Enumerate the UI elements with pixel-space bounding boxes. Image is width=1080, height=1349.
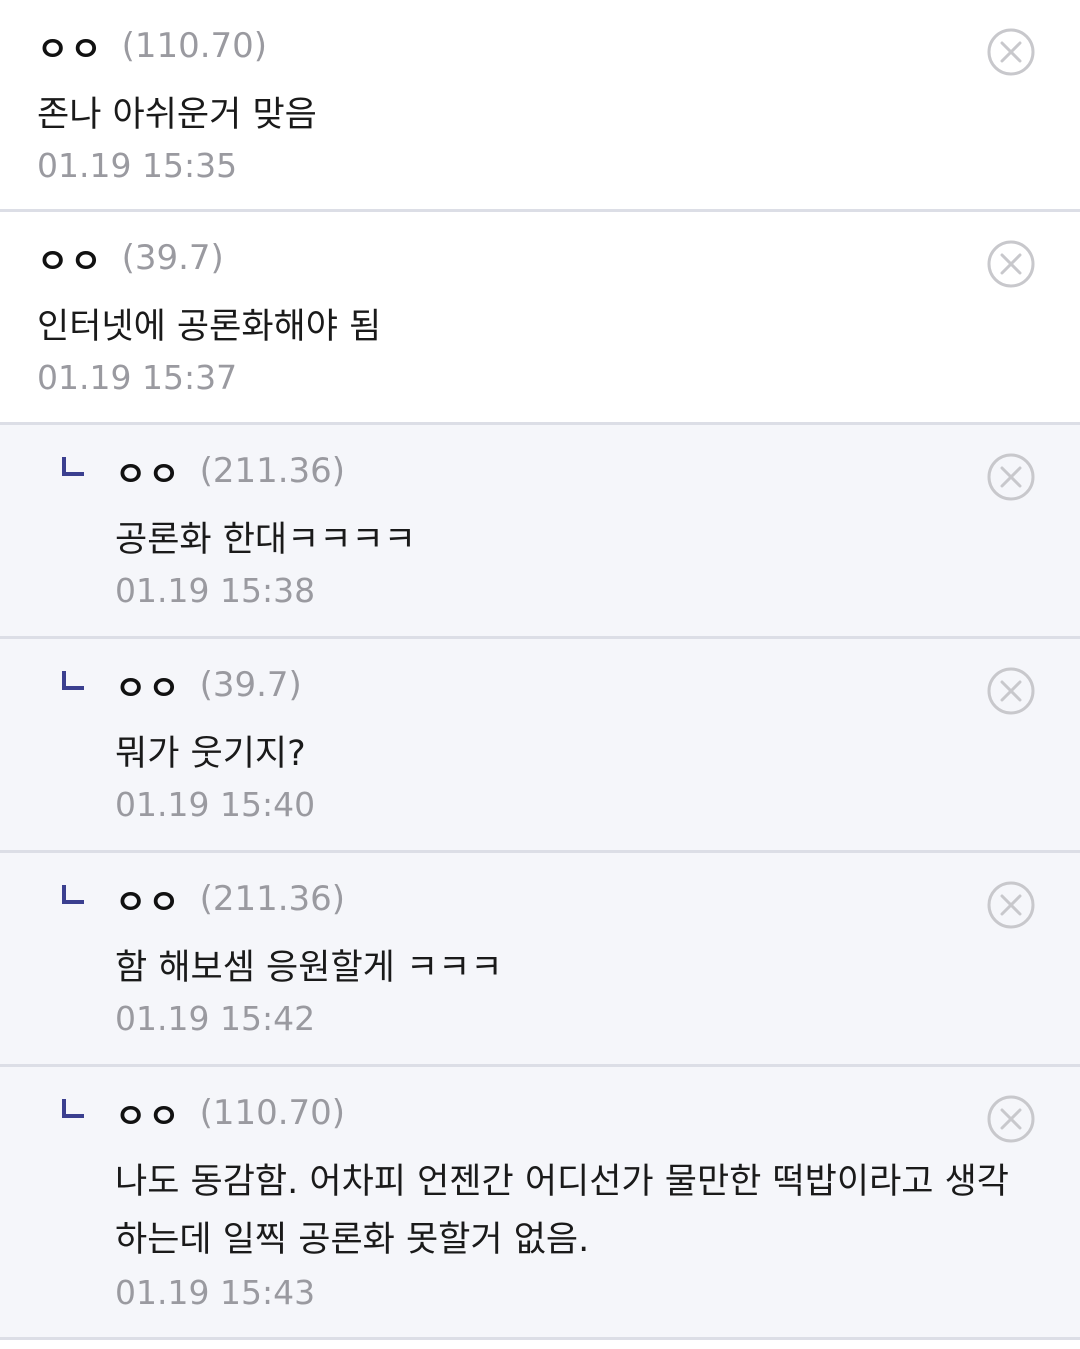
reply-arrow-icon	[62, 671, 84, 691]
reply-item: ㅇㅇ (211.36) 공론화 한대ㅋㅋㅋㅋ 01.19 15:38	[0, 425, 1080, 639]
reply-ip: (211.36)	[199, 879, 346, 919]
delete-reply-button[interactable]	[986, 880, 1036, 930]
reply-time: 01.19 15:40	[115, 785, 316, 824]
comment-header: ㅇㅇ (39.7)	[37, 234, 224, 282]
reply-author[interactable]: ㅇㅇ	[115, 875, 182, 924]
delete-reply-button[interactable]	[986, 452, 1036, 502]
reply-item: ㅇㅇ (110.70) 나도 동감함. 어차피 언젠간 어디선가 물만한 떡밥이…	[0, 1067, 1080, 1340]
reply-time: 01.19 15:42	[115, 999, 316, 1038]
close-circle-icon	[987, 667, 1035, 715]
comment-time: 01.19 15:35	[37, 146, 238, 185]
reply-item: ㅇㅇ (39.7) 뭐가 웃기지? 01.19 15:40	[0, 639, 1080, 853]
close-circle-icon	[987, 28, 1035, 76]
reply-arrow-icon	[62, 885, 84, 905]
reply-text: 뭐가 웃기지?	[115, 734, 306, 774]
reply-ip: (211.36)	[199, 451, 346, 491]
close-circle-icon	[987, 453, 1035, 501]
reply-header: ㅇㅇ (110.70)	[115, 1089, 345, 1137]
comment-author[interactable]: ㅇㅇ	[37, 234, 104, 283]
delete-reply-button[interactable]	[986, 1094, 1036, 1144]
delete-reply-button[interactable]	[986, 666, 1036, 716]
comment-item: ㅇㅇ (110.70) 존나 아쉬운거 맞음 01.19 15:35	[0, 0, 1080, 212]
comment-author[interactable]: ㅇㅇ	[37, 22, 104, 71]
reply-author[interactable]: ㅇㅇ	[115, 661, 182, 710]
comment-ip: (39.7)	[121, 238, 224, 278]
comment-text: 존나 아쉬운거 맞음	[37, 95, 317, 135]
reply-ip: (110.70)	[199, 1093, 346, 1133]
reply-text: 나도 동감함. 어차피 언젠간 어디선가 물만한 떡밥이라고 생각하는데 일찍 …	[115, 1162, 1010, 1260]
reply-text: 함 해보셈 응원할게 ㅋㅋㅋ	[115, 948, 503, 988]
delete-comment-button[interactable]	[986, 239, 1036, 289]
reply-header: ㅇㅇ (211.36)	[115, 875, 345, 923]
reply-arrow-icon	[62, 1099, 84, 1119]
delete-comment-button[interactable]	[986, 27, 1036, 77]
reply-header: ㅇㅇ (211.36)	[115, 447, 345, 495]
comment-time: 01.19 15:37	[37, 358, 238, 397]
reply-author[interactable]: ㅇㅇ	[115, 447, 182, 496]
comment-ip: (110.70)	[121, 26, 268, 66]
reply-header: ㅇㅇ (39.7)	[115, 661, 302, 709]
reply-ip: (39.7)	[199, 665, 302, 705]
comment-header: ㅇㅇ (110.70)	[37, 22, 267, 70]
reply-time: 01.19 15:38	[115, 571, 316, 610]
close-circle-icon	[987, 1095, 1035, 1143]
reply-text: 공론화 한대ㅋㅋㅋㅋ	[115, 520, 416, 560]
reply-time: 01.19 15:43	[115, 1273, 316, 1312]
close-circle-icon	[987, 881, 1035, 929]
reply-item: ㅇㅇ (211.36) 함 해보셈 응원할게 ㅋㅋㅋ 01.19 15:42	[0, 853, 1080, 1067]
comment-list: ㅇㅇ (110.70) 존나 아쉬운거 맞음 01.19 15:35 ㅇㅇ (3…	[0, 0, 1080, 1349]
comment-item: ㅇㅇ (39.7) 인터넷에 공론화해야 됨 01.19 15:37	[0, 212, 1080, 425]
reply-arrow-icon	[62, 457, 84, 477]
close-circle-icon	[987, 240, 1035, 288]
reply-author[interactable]: ㅇㅇ	[115, 1089, 182, 1138]
comment-text: 인터넷에 공론화해야 됨	[37, 307, 382, 347]
